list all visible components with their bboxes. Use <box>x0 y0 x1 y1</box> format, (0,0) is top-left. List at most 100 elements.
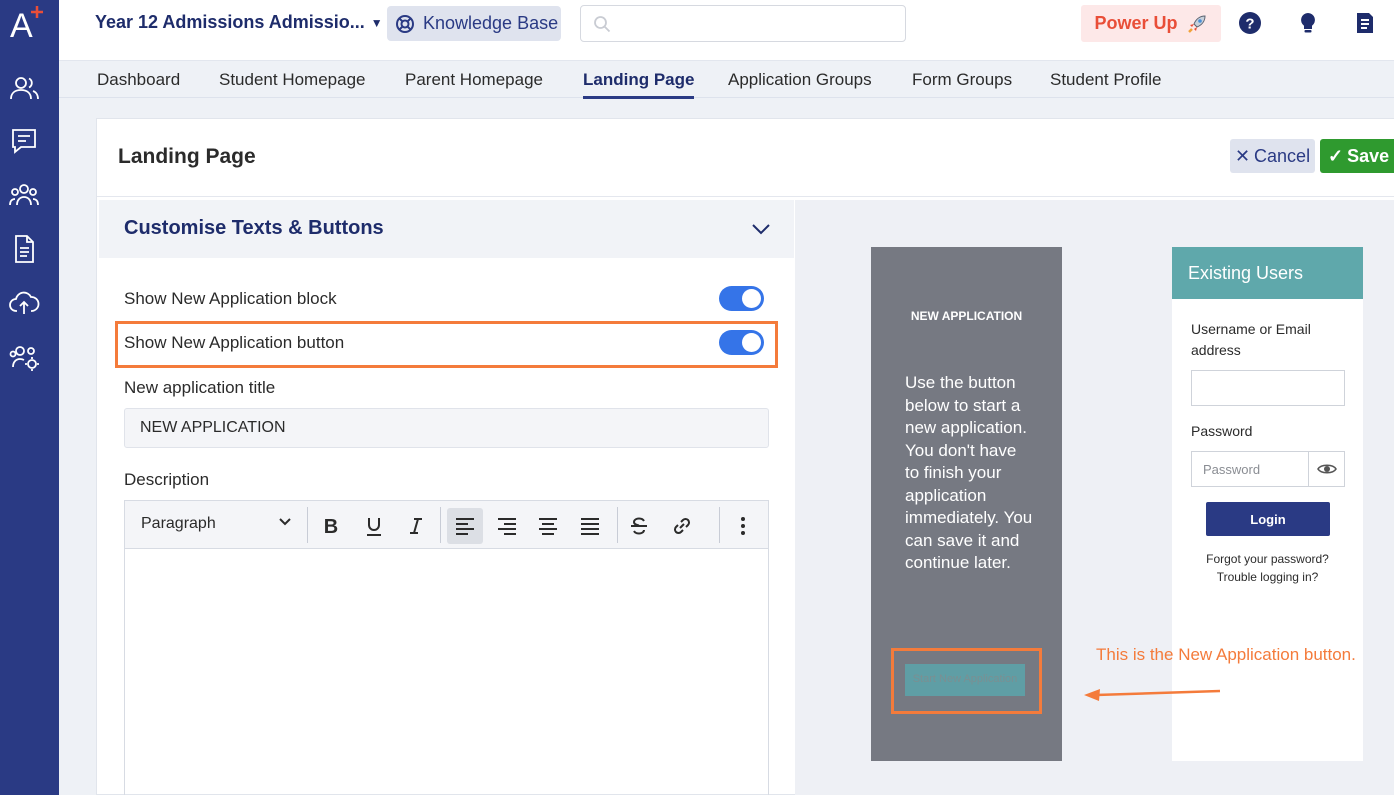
tab-dashboard[interactable]: Dashboard <box>97 70 180 90</box>
sidebar: A <box>0 0 59 795</box>
toggle-knob <box>742 289 761 308</box>
align-right-button[interactable] <box>489 508 525 544</box>
tab-form-groups[interactable]: Form Groups <box>912 70 1012 90</box>
toolbar-separator <box>440 507 441 543</box>
section-title: Customise Texts & Buttons <box>124 217 384 239</box>
customise-section-header[interactable]: Customise Texts & Buttons <box>99 200 794 258</box>
strikethrough-icon <box>631 517 647 535</box>
new-app-description: Use the button below to start a new appl… <box>905 373 1033 572</box>
underline-button[interactable] <box>356 508 392 544</box>
landing-page-preview: NEW APPLICATION Use the button below to … <box>795 200 1394 795</box>
toolbar-separator <box>307 507 308 543</box>
username-input[interactable] <box>1191 370 1345 406</box>
password-input[interactable]: Password <box>1191 451 1345 487</box>
group-icon[interactable] <box>7 178 41 212</box>
document-icon[interactable] <box>7 232 41 266</box>
chevron-down-icon <box>752 224 770 235</box>
trouble-logging-in-link[interactable]: Trouble logging in? <box>1172 570 1363 584</box>
description-label: Description <box>124 470 210 489</box>
lifebuoy-icon <box>396 14 414 33</box>
underline-icon <box>367 518 381 536</box>
eye-icon <box>1316 464 1337 474</box>
tab-application-groups[interactable]: Application Groups <box>728 70 872 90</box>
toolbar-separator <box>719 507 720 543</box>
users-settings-icon[interactable] <box>7 340 41 374</box>
show-block-toggle[interactable] <box>719 286 764 311</box>
block-format-select[interactable]: Paragraph <box>141 515 216 533</box>
help-icon[interactable]: ? <box>1238 11 1262 35</box>
tab-landing-page[interactable]: Landing Page <box>583 70 695 99</box>
people-icon[interactable] <box>7 71 41 105</box>
more-options-button[interactable] <box>725 508 761 544</box>
power-up-label: Power Up <box>1094 13 1178 33</box>
close-icon: ✕ <box>1234 145 1251 166</box>
bold-button[interactable]: B <box>313 508 349 544</box>
password-label: Password <box>1191 423 1253 439</box>
annotation-text: This is the New Application button. <box>1096 645 1356 664</box>
save-label: Save <box>1347 145 1390 166</box>
toggle-knob <box>742 333 761 352</box>
tab-student-homepage[interactable]: Student Homepage <box>219 70 366 90</box>
school-selector[interactable]: Year 12 Admissions Admissio... ▼ <box>95 12 383 33</box>
knowledge-base-button[interactable]: Knowledge Base <box>387 6 561 41</box>
more-vertical-icon <box>741 517 745 535</box>
italic-icon <box>410 518 422 534</box>
nav-tabs: Dashboard Student Homepage Parent Homepa… <box>59 62 1394 99</box>
align-left-button[interactable] <box>447 508 483 544</box>
show-password-button[interactable] <box>1308 452 1344 486</box>
caret-down-icon: ▼ <box>370 15 383 30</box>
chevron-down-icon <box>279 518 291 526</box>
arrow-left-icon <box>1084 689 1221 701</box>
show-button-toggle[interactable] <box>719 330 764 355</box>
svg-text:?: ? <box>1245 16 1254 33</box>
toolbar-separator <box>617 507 618 543</box>
page-title: Landing Page <box>118 145 256 168</box>
link-icon <box>673 517 691 535</box>
strikethrough-button[interactable] <box>621 508 657 544</box>
rocket-icon <box>1187 14 1206 33</box>
highlight-annotation-box <box>891 648 1042 714</box>
login-button[interactable]: Login <box>1206 502 1330 536</box>
school-name: Year 12 Admissions Admissio... <box>95 12 365 32</box>
lightbulb-icon[interactable] <box>1296 11 1320 35</box>
search-icon <box>594 16 611 33</box>
username-label: Username or Email address <box>1191 321 1311 358</box>
check-icon: ✓ <box>1328 145 1344 166</box>
save-button[interactable]: ✓ Save <box>1320 139 1394 173</box>
chat-icon[interactable] <box>7 124 41 158</box>
new-application-block: NEW APPLICATION Use the button below to … <box>871 247 1062 761</box>
divider <box>97 196 1394 197</box>
tab-student-profile[interactable]: Student Profile <box>1050 70 1162 90</box>
app-logo[interactable]: A <box>9 4 49 45</box>
existing-users-title: Existing Users <box>1172 247 1363 299</box>
title-field-input[interactable]: NEW APPLICATION <box>124 408 769 448</box>
show-button-label: Show New Application button <box>124 333 345 352</box>
new-app-title: NEW APPLICATION <box>910 309 1023 323</box>
password-placeholder: Password <box>1203 462 1261 477</box>
align-left-icon <box>456 518 474 535</box>
tab-parent-homepage[interactable]: Parent Homepage <box>405 70 543 90</box>
forgot-password-link[interactable]: Forgot your password? <box>1172 552 1363 566</box>
align-right-icon <box>498 518 516 535</box>
editor-toolbar: Paragraph B <box>125 501 768 549</box>
cancel-label: Cancel <box>1254 145 1311 166</box>
top-bar: Year 12 Admissions Admissio... ▼ Knowled… <box>59 0 1394 61</box>
search-input[interactable] <box>580 5 906 42</box>
align-center-icon <box>539 518 557 535</box>
title-field-label: New application title <box>124 378 276 397</box>
align-justify-button[interactable] <box>572 508 608 544</box>
show-block-label: Show New Application block <box>124 289 337 308</box>
bold-icon: B <box>324 516 338 536</box>
italic-button[interactable] <box>398 508 434 544</box>
knowledge-base-label: Knowledge Base <box>423 13 559 33</box>
power-up-button[interactable]: Power Up <box>1081 5 1221 42</box>
cancel-button[interactable]: ✕ Cancel <box>1230 139 1315 173</box>
align-justify-icon <box>581 518 599 535</box>
cloud-upload-icon[interactable] <box>7 286 41 320</box>
link-button[interactable] <box>664 508 700 544</box>
description-editor: Paragraph B <box>124 500 769 795</box>
align-center-button[interactable] <box>530 508 566 544</box>
logo-letter: A <box>10 7 33 44</box>
notes-icon[interactable] <box>1353 11 1377 35</box>
svg-text:B: B <box>324 516 338 536</box>
